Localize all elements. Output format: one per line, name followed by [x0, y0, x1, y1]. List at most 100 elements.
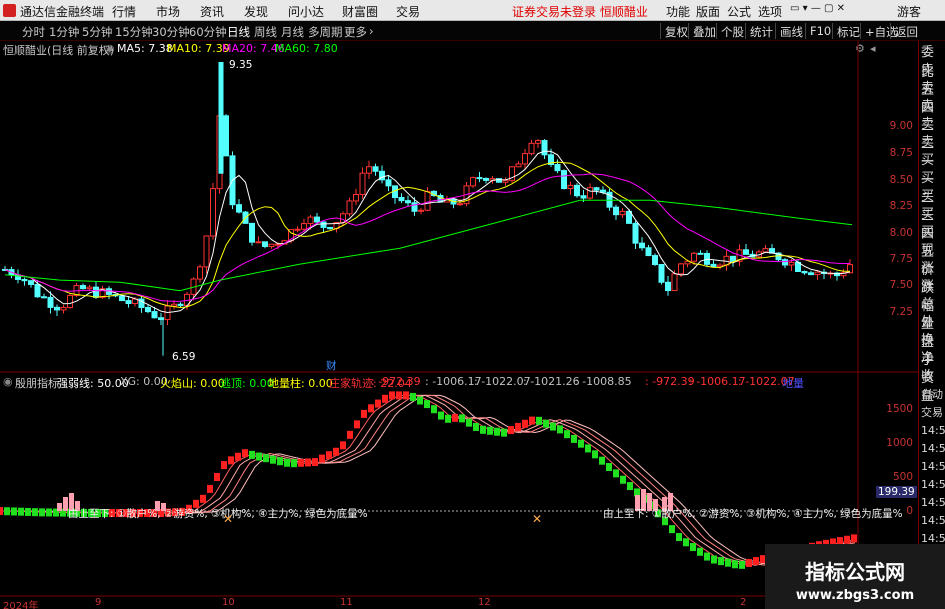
candle-body	[151, 311, 158, 319]
indicator-field: : -1008.85	[575, 375, 632, 388]
candle-body	[294, 228, 301, 231]
date-label: 10	[222, 597, 235, 608]
indicator-block	[452, 413, 458, 422]
sidebar-item[interactable]: 14:56	[921, 511, 945, 531]
indicator-block	[368, 404, 374, 413]
candle-body	[782, 259, 788, 266]
indicator-block	[256, 452, 262, 461]
candle-body	[411, 202, 418, 212]
candle-body	[483, 177, 489, 181]
indicator-block	[410, 392, 416, 401]
indicator-block	[844, 535, 850, 544]
candle-body	[580, 195, 587, 199]
indicator-block	[543, 419, 549, 428]
sidebar-item[interactable]: 14:56	[921, 475, 945, 495]
sidebar-item[interactable]: 自动	[921, 385, 945, 405]
indicator-block	[753, 557, 759, 566]
candle-body	[372, 166, 379, 172]
candle-body	[801, 270, 808, 274]
candle-body	[619, 210, 626, 216]
candle-body	[788, 261, 795, 266]
indicator-block	[375, 399, 381, 408]
finance-event-marker[interactable]: 财	[326, 358, 337, 373]
high-price-label: 9.35	[229, 59, 253, 71]
indicator-block	[270, 455, 276, 464]
indicator-field: 地量	[782, 377, 804, 390]
indicator-block	[550, 422, 556, 431]
candle-body	[418, 209, 424, 212]
candle-body	[93, 286, 99, 298]
indicator-block	[305, 458, 311, 467]
indicator-block	[571, 434, 577, 443]
indicator-block	[459, 414, 465, 423]
indicator-block	[32, 508, 38, 517]
indicator-block	[347, 430, 353, 439]
indicator-block	[697, 547, 703, 556]
sidebar-item[interactable]: 14:56	[921, 421, 945, 441]
watermark-title: 指标公式网	[805, 560, 905, 584]
indicator-name[interactable]: 殷朋指标	[15, 375, 59, 391]
sidebar-item[interactable]: 交易	[921, 403, 945, 423]
indicator-block	[340, 441, 346, 450]
date-label: 12	[478, 597, 491, 608]
site-watermark: 指标公式网 www.zbgs3.com	[765, 544, 945, 609]
indicator-field: : -972.39	[371, 375, 421, 388]
indicator-field: 逃顶: 0.00	[220, 377, 274, 390]
candle-body	[60, 306, 67, 311]
candle-body	[613, 206, 619, 216]
indicator-lag-line	[0, 394, 856, 566]
candle-body	[697, 252, 704, 255]
indicator-block	[207, 484, 213, 493]
candle-body	[301, 223, 307, 230]
indicator-block	[501, 428, 507, 437]
candle-body	[730, 255, 736, 262]
candle-body	[197, 266, 203, 280]
candle-body	[145, 307, 151, 313]
candle-body	[366, 166, 372, 174]
candle-body	[47, 296, 54, 308]
date-label: 11	[340, 597, 353, 608]
indicator-block	[403, 391, 409, 400]
sidebar-item[interactable]: 14:56	[921, 439, 945, 459]
indicator-block	[11, 507, 17, 516]
price-tick-label: 9.00	[889, 120, 913, 132]
price-tick-label: 7.75	[889, 253, 913, 265]
indicator-block	[438, 411, 444, 420]
indicator-lag-line	[0, 394, 856, 566]
indicator-block	[354, 420, 360, 429]
indicator-block	[424, 400, 430, 409]
candle-body	[515, 163, 522, 168]
sidebar-item[interactable]: 14:56	[921, 457, 945, 477]
indicator-block	[333, 447, 339, 456]
candle-body	[54, 306, 60, 311]
cross-marker-icon: ✕	[532, 512, 543, 526]
candle-body	[710, 263, 717, 268]
candle-body	[405, 200, 411, 204]
indicator-block	[382, 394, 388, 403]
candle-body	[353, 193, 359, 202]
indicator-block	[200, 494, 206, 503]
candle-body	[554, 163, 561, 172]
indicator-block	[431, 405, 437, 414]
indicator-block	[711, 555, 717, 564]
candle-body	[691, 252, 697, 262]
sidebar-item[interactable]: 14:56	[921, 493, 945, 513]
indicator-block	[18, 507, 24, 516]
candle-body	[67, 294, 73, 308]
candle-body	[522, 153, 528, 165]
indicator-block	[592, 450, 598, 459]
indicator-block	[578, 439, 584, 448]
indicator-block	[494, 427, 500, 436]
indicator-block	[0, 507, 3, 515]
ma60-line	[4, 199, 853, 292]
candle-body	[223, 115, 229, 157]
candle-body	[665, 281, 671, 292]
candle-body	[814, 271, 821, 276]
indicator-lag-line	[0, 394, 856, 566]
indicator-toggle-icon[interactable]: ◉	[3, 375, 13, 388]
indicator-block	[557, 425, 563, 434]
candle-body	[567, 184, 574, 190]
indicator-block	[361, 409, 367, 418]
indicator-field: : -972.39	[645, 375, 695, 388]
indicator-block	[319, 454, 325, 463]
